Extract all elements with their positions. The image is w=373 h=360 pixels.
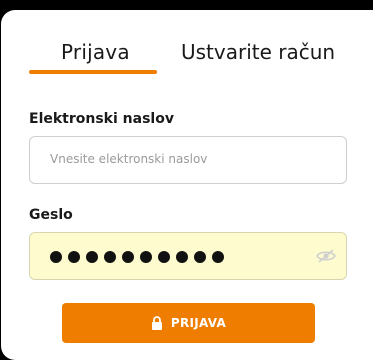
password-mask-dot: [50, 251, 62, 263]
password-mask-dot: [86, 251, 98, 263]
lock-icon: [151, 316, 163, 330]
password-mask-dot: [212, 251, 224, 263]
auth-tabs: Prijava Ustvarite račun: [1, 10, 373, 80]
password-mask: [50, 251, 224, 263]
login-button-label: PRIJAVA: [170, 316, 227, 330]
password-mask-dot: [122, 251, 134, 263]
active-tab-indicator: [29, 70, 157, 74]
password-mask-dot: [68, 251, 80, 263]
password-mask-dot: [176, 251, 188, 263]
password-mask-dot: [158, 251, 170, 263]
password-mask-dot: [104, 251, 116, 263]
tab-login[interactable]: Prijava: [61, 40, 130, 64]
email-label: Elektronski naslov: [29, 111, 174, 127]
login-button[interactable]: PRIJAVA: [62, 303, 315, 343]
login-card: Prijava Ustvarite račun Elektronski nasl…: [1, 10, 373, 360]
password-mask-dot: [194, 251, 206, 263]
email-placeholder: Vnesite elektronski naslov: [50, 152, 208, 166]
email-field[interactable]: Vnesite elektronski naslov: [29, 136, 347, 184]
password-mask-dot: [140, 251, 152, 263]
password-label: Geslo: [29, 207, 73, 223]
password-field[interactable]: [29, 232, 347, 280]
tab-register[interactable]: Ustvarite račun: [181, 40, 335, 64]
eye-slash-icon[interactable]: [316, 248, 336, 264]
